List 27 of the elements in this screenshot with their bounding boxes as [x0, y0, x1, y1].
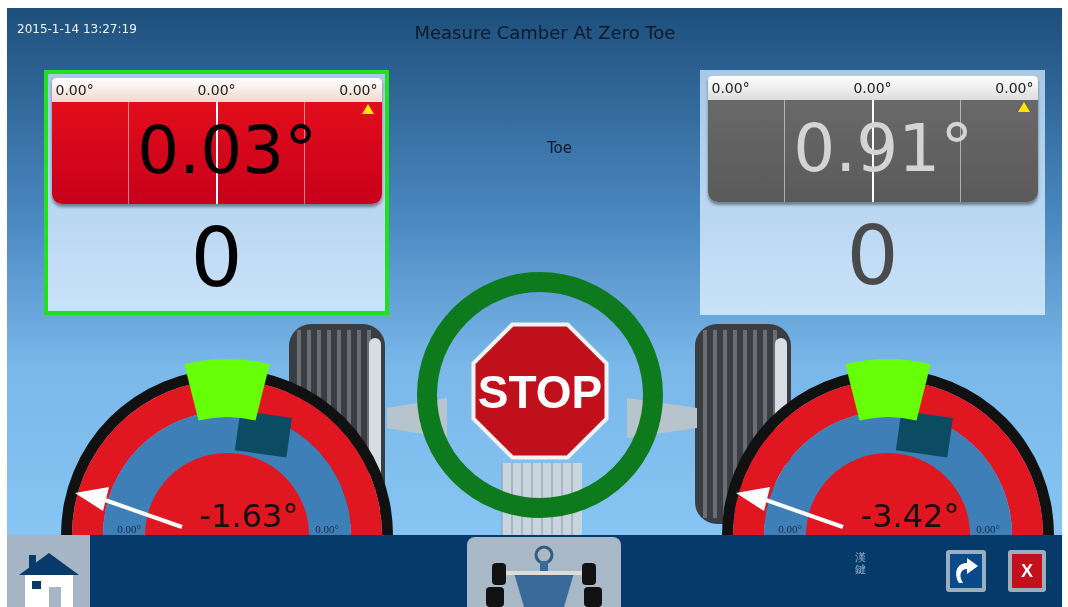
toe-count: 0: [846, 207, 899, 305]
scale-label: 0.00°: [995, 80, 1034, 96]
input-mode-indicator: 漢鍵: [855, 551, 866, 577]
vehicle-view-button[interactable]: [467, 537, 621, 607]
timestamp: 2015-1-14 13:27:19: [16, 21, 137, 36]
scale-label: 0.00°: [315, 523, 339, 535]
close-button[interactable]: X: [1008, 550, 1046, 592]
scale-label: 0.00°: [778, 523, 802, 535]
refresh-button[interactable]: [946, 550, 986, 592]
toe-count: 0: [190, 209, 243, 307]
stop-text: STOP: [477, 366, 603, 418]
camber-reading: -1.63°: [199, 497, 299, 535]
curved-arrow-icon: [953, 557, 979, 585]
scale-label: 0.00°: [853, 80, 892, 96]
scale-label: 0.00°: [55, 82, 94, 98]
car-chassis-icon: [484, 543, 604, 607]
scale-label: 0.00°: [976, 523, 1000, 535]
home-button[interactable]: [7, 535, 90, 607]
scale-label: 0.00°: [197, 82, 236, 98]
marker-icon: [1017, 102, 1030, 112]
camber-reading: -3.42°: [860, 497, 960, 535]
marker-icon: [361, 104, 374, 114]
screen-title: Measure Camber At Zero Toe: [414, 22, 676, 43]
scale-label: 0.00°: [711, 80, 750, 96]
toe-label: Toe: [547, 139, 572, 157]
scale-label: 0.00°: [117, 523, 141, 535]
scale-label: 0.00°: [339, 82, 378, 98]
